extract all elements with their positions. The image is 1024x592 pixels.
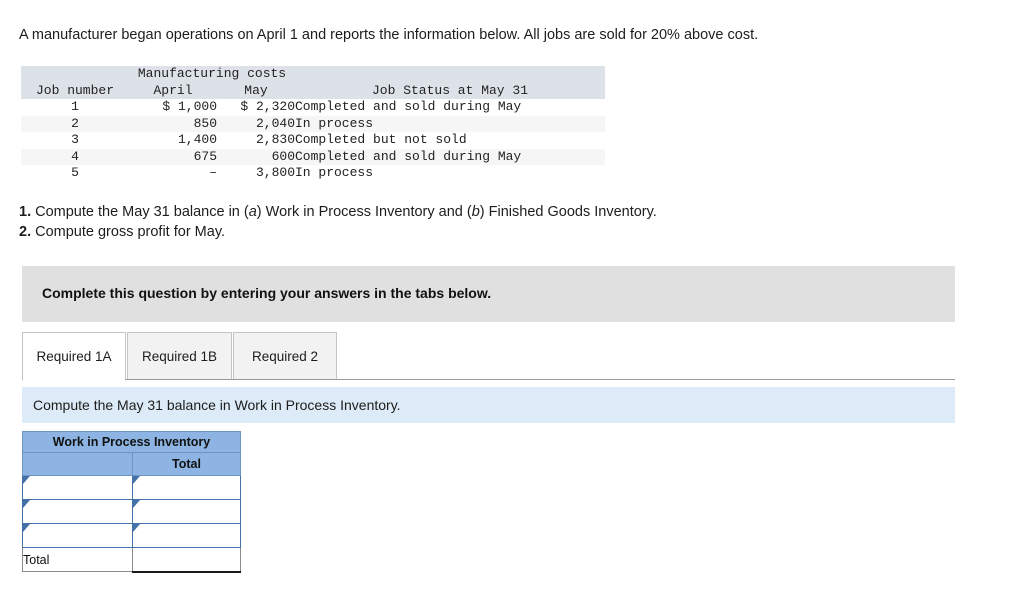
requirement-1-label-a: a xyxy=(248,204,257,220)
answer-table-title: Work in Process Inventory xyxy=(22,431,241,453)
answer-table-input-row xyxy=(22,499,241,524)
requirement-2-text: Compute gross profit for May. xyxy=(31,223,226,240)
cell-may-cost: 3,800 xyxy=(255,165,295,180)
cell-job-status: Completed but not sold xyxy=(295,132,467,147)
answer-row-2-label-input[interactable] xyxy=(23,500,132,523)
column-header-april: April xyxy=(129,82,217,99)
table-row: 5 – 3,800 In process xyxy=(21,165,605,182)
answer-row-3-value-input[interactable] xyxy=(133,524,240,547)
instruction-banner-text: Complete this question by entering your … xyxy=(42,285,492,301)
cell-job-number: 2 xyxy=(21,115,129,132)
cell-job-number: 5 xyxy=(71,165,79,180)
cell-job-number: 1 xyxy=(71,99,79,114)
requirement-2: 2. Compute gross profit for May. xyxy=(19,223,657,243)
answer-row-2-value-cell[interactable] xyxy=(132,499,241,524)
job-costs-table: Manufacturing costs Job number April May… xyxy=(21,66,605,182)
requirement-1-number: 1. xyxy=(19,204,32,220)
answer-row-3-label-cell[interactable] xyxy=(22,523,133,548)
requirement-1-text-c: ) Finished Goods Inventory. xyxy=(479,204,657,220)
cell-job-status: In process xyxy=(295,115,605,132)
tab-required-2-label: Required 2 xyxy=(251,348,319,364)
tab-strip: Required 1A Required 1B Required 2 xyxy=(22,332,955,382)
requirements-list: 1. Compute the May 31 balance in (a) Wor… xyxy=(19,203,657,242)
cell-job-status: Completed and sold during May xyxy=(295,148,605,165)
answer-row-2-label-cell[interactable] xyxy=(22,499,133,524)
cell-marker-icon xyxy=(133,500,140,508)
tab-strip-rule xyxy=(22,379,955,380)
table-row: 3 1,400 2,830 Completed but not sold xyxy=(21,132,605,149)
cell-job-number: 3 xyxy=(71,132,79,147)
cell-marker-icon xyxy=(23,524,30,532)
requirement-1-text-b: ) Work in Process Inventory and ( xyxy=(256,204,472,220)
cell-job-status: In process xyxy=(295,165,374,180)
cell-april-cost: 675 xyxy=(129,148,217,165)
column-header-job-status: Job Status at May 31 xyxy=(295,82,605,99)
requirement-1: 1. Compute the May 31 balance in (a) Wor… xyxy=(19,203,657,223)
column-header-may: May xyxy=(217,82,295,99)
answer-row-3-value-cell[interactable] xyxy=(132,523,241,548)
table-group-header-row: Manufacturing costs xyxy=(21,66,605,83)
answer-row-3-label-input[interactable] xyxy=(23,524,132,547)
answer-total-value-cell[interactable] xyxy=(132,547,241,573)
cell-may-cost: 2,040 xyxy=(217,115,295,132)
table-column-header-row: Job number April May Job Status at May 3… xyxy=(21,82,605,99)
cell-april-cost: 850 xyxy=(129,115,217,132)
answer-table-total-row: Total xyxy=(22,547,241,573)
cell-marker-icon xyxy=(133,524,140,532)
tab-required-1a[interactable]: Required 1A xyxy=(22,332,126,381)
tab-required-1b[interactable]: Required 1B xyxy=(127,332,232,380)
cell-april-cost: – xyxy=(209,165,217,180)
answer-total-label: Total xyxy=(22,547,133,572)
cell-april-cost: $ 1,000 xyxy=(162,99,217,114)
tab-required-1a-label: Required 1A xyxy=(36,349,112,364)
column-header-job-number: Job number xyxy=(21,82,129,99)
group-header-spacer xyxy=(21,66,129,83)
answer-row-1-value-input[interactable] xyxy=(133,476,240,499)
problem-intro-text: A manufacturer began operations on April… xyxy=(19,27,759,43)
requirement-1-label-b: b xyxy=(471,204,480,220)
question-prompt-bar: Compute the May 31 balance in Work in Pr… xyxy=(22,387,955,423)
requirement-2-number: 2. xyxy=(19,223,32,240)
cell-marker-icon xyxy=(23,476,30,484)
answer-row-1-label-cell[interactable] xyxy=(22,475,133,500)
tab-required-2[interactable]: Required 2 xyxy=(233,332,337,380)
answer-row-1-label-input[interactable] xyxy=(23,476,132,499)
instruction-banner: Complete this question by entering your … xyxy=(22,266,955,322)
requirement-1-text-a: Compute the May 31 balance in ( xyxy=(31,204,249,220)
answer-table-input-row xyxy=(22,523,241,548)
cell-may-cost: $ 2,320 xyxy=(240,99,295,114)
cell-marker-icon xyxy=(23,500,30,508)
cell-job-status: Completed and sold during May xyxy=(295,99,522,114)
group-header-manufacturing-costs: Manufacturing costs xyxy=(129,66,295,83)
answer-row-2-value-input[interactable] xyxy=(133,500,240,523)
group-header-spacer-2 xyxy=(295,66,605,83)
cell-may-cost: 600 xyxy=(217,148,295,165)
answer-table-subheader-row: Total xyxy=(22,452,241,476)
cell-marker-icon xyxy=(133,476,140,484)
answer-table-input-row xyxy=(22,475,241,500)
table-row: 1 $ 1,000 $ 2,320 Completed and sold dur… xyxy=(21,99,605,116)
answer-table-subheader-total: Total xyxy=(132,452,241,476)
answer-row-1-value-cell[interactable] xyxy=(132,475,241,500)
cell-job-number: 4 xyxy=(21,148,129,165)
cell-april-cost: 1,400 xyxy=(177,132,217,147)
answer-table-subheader-blank xyxy=(22,452,133,476)
question-prompt-text: Compute the May 31 balance in Work in Pr… xyxy=(33,397,401,413)
cell-may-cost: 2,830 xyxy=(255,132,295,147)
table-row: 2 850 2,040 In process xyxy=(21,115,605,132)
answer-table-title-row: Work in Process Inventory xyxy=(22,431,241,453)
answer-total-value-input[interactable] xyxy=(133,548,240,571)
tab-required-1b-label: Required 1B xyxy=(141,348,218,364)
work-in-process-answer-table: Work in Process Inventory Total Total xyxy=(22,431,241,573)
table-row: 4 675 600 Completed and sold during May xyxy=(21,148,605,165)
